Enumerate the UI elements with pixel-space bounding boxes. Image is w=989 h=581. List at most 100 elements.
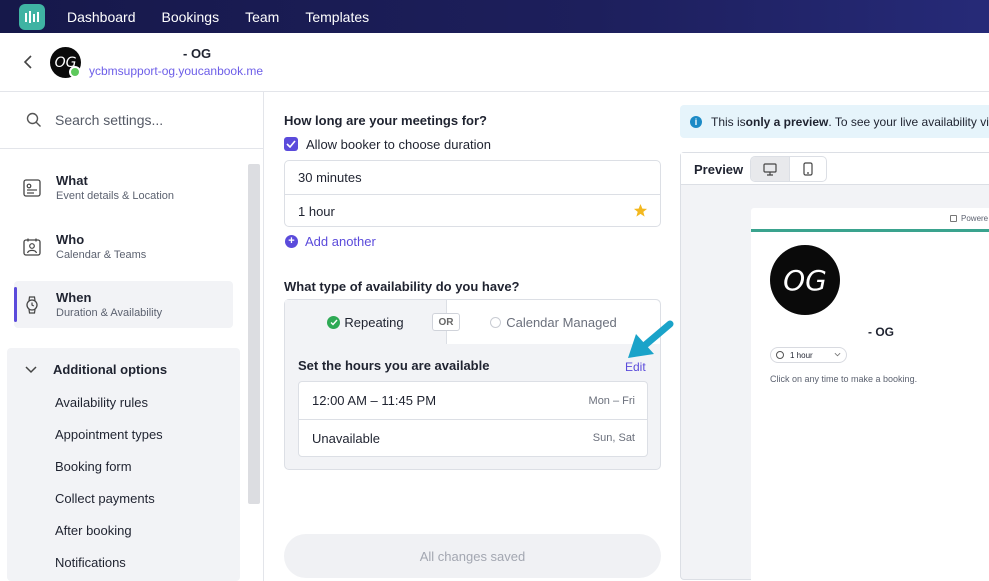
duration-list: 30 minutes 1 hour [284, 160, 661, 227]
check-circle-icon [327, 315, 341, 329]
mobile-view-button[interactable] [788, 157, 827, 181]
chevron-left-icon [23, 55, 32, 69]
chevron-down-icon [834, 352, 841, 357]
allow-duration-checkbox[interactable] [284, 137, 298, 151]
watch-icon [26, 295, 38, 314]
preview-toolbar: Preview [681, 153, 989, 185]
hours-row[interactable]: Unavailable Sun, Sat [299, 419, 647, 456]
sidebar-item-title: Who [56, 231, 85, 247]
tab-repeating-label: Repeating [344, 314, 404, 330]
sidebar-item-title: When [56, 289, 92, 305]
or-badge: OR [432, 313, 460, 331]
search-icon [26, 112, 41, 127]
settings-content: How long are your meetings for? Allow bo… [264, 92, 680, 581]
sidebar-item-text: When Duration & Availability [56, 290, 162, 320]
back-button[interactable] [18, 51, 38, 73]
additional-options-panel: Additional options Availability rules Ap… [7, 348, 240, 581]
sidebar-item-what[interactable]: What Event details & Location [14, 164, 233, 211]
page-title: - OG [183, 46, 212, 61]
preview-frame: Preview Powere OG - OG 1 hour Click on a… [680, 152, 989, 580]
hours-time: 12:00 AM – 11:45 PM [312, 393, 437, 408]
duration-option[interactable]: 1 hour [285, 194, 660, 227]
preview-label: Preview [694, 162, 744, 177]
search-input[interactable] [55, 112, 235, 128]
document-icon [23, 178, 41, 197]
sidebar-scrollbar[interactable] [248, 164, 260, 504]
preview-name: - OG [868, 325, 894, 339]
mobile-icon [803, 162, 813, 176]
booking-page-preview: Powere OG - OG 1 hour Click on any time … [751, 208, 989, 580]
nav-templates[interactable]: Templates [305, 9, 369, 25]
availability-section-title: What type of availability do you have? [284, 279, 520, 294]
add-another-duration-button[interactable]: + Add another [285, 234, 376, 249]
sidebar-item-subtitle: Calendar & Teams [56, 248, 147, 261]
preview-notice: i This is only a preview. To see your li… [680, 105, 989, 138]
additional-options-toggle[interactable]: Additional options [25, 362, 167, 377]
tab-repeating[interactable]: Repeating [285, 300, 447, 344]
nav-dashboard[interactable]: Dashboard [67, 9, 136, 25]
nav-team[interactable]: Team [245, 9, 279, 25]
hours-list: 12:00 AM – 11:45 PM Mon – Fri Unavailabl… [298, 381, 648, 457]
powered-by-icon [950, 215, 957, 222]
save-button[interactable]: All changes saved [284, 534, 661, 578]
top-nav: Dashboard Bookings Team Templates [0, 0, 989, 33]
duration-section-title: How long are your meetings for? [284, 113, 487, 128]
clock-icon [776, 351, 784, 359]
sidebar-item-text: What Event details & Location [56, 173, 174, 203]
additional-item-booking-form[interactable]: Booking form [55, 459, 132, 474]
powered-by-badge: Powere [950, 214, 988, 223]
settings-sidebar: What Event details & Location Who Calend… [0, 92, 264, 581]
sidebar-item-text: Who Calendar & Teams [56, 232, 146, 262]
additional-options-title: Additional options [53, 362, 168, 377]
additional-item-collect-payments[interactable]: Collect payments [55, 491, 155, 506]
annotation-arrow-icon [628, 320, 674, 358]
booking-page-link[interactable]: ycbmsupport-og.youcanbook.me [89, 64, 263, 78]
preview-panel: i This is only a preview. To see your li… [680, 92, 989, 581]
device-toggle [750, 156, 827, 182]
duration-option[interactable]: 30 minutes [285, 161, 660, 194]
duration-option-label: 1 hour [298, 203, 335, 219]
chevron-down-icon [25, 365, 37, 373]
preview-top-bar: Powere [751, 208, 989, 232]
preview-duration-select[interactable]: 1 hour [770, 347, 847, 363]
hours-title: Set the hours you are available [298, 358, 490, 373]
online-status-dot [69, 66, 81, 78]
app-logo-icon [25, 10, 39, 23]
tab-calendar-label: Calendar Managed [506, 314, 617, 330]
availability-type-tabs: Repeating Calendar Managed OR [285, 300, 660, 344]
additional-item-notifications[interactable]: Notifications [55, 555, 126, 570]
preview-hint: Click on any time to make a booking. [770, 374, 918, 384]
sidebar-item-title: What [56, 172, 88, 188]
checkmark-icon [286, 140, 296, 148]
page-header: OG - OG ycbmsupport-og.youcanbook.me [0, 33, 989, 92]
notice-text-end: . To see your live availability vis [828, 114, 989, 129]
add-another-label: Add another [305, 234, 376, 249]
preview-avatar: OG [770, 245, 840, 315]
desktop-icon [763, 162, 777, 176]
sidebar-item-who[interactable]: Who Calendar & Teams [14, 223, 233, 270]
allow-duration-label[interactable]: Allow booker to choose duration [306, 137, 491, 152]
star-icon[interactable] [633, 203, 648, 218]
edit-hours-link[interactable]: Edit [625, 360, 646, 374]
preview-duration-value: 1 hour [790, 350, 813, 360]
additional-item-after-booking[interactable]: After booking [55, 523, 132, 538]
additional-item-appointment-types[interactable]: Appointment types [55, 427, 163, 442]
radio-empty-icon [490, 316, 502, 328]
duration-option-label: 30 minutes [298, 170, 362, 185]
notice-text-bold: only a preview [745, 114, 829, 129]
sidebar-item-when[interactable]: When Duration & Availability [14, 281, 233, 328]
desktop-view-button[interactable] [751, 157, 789, 181]
additional-item-availability-rules[interactable]: Availability rules [55, 395, 148, 410]
app-logo[interactable] [19, 3, 45, 30]
plus-circle-icon: + [285, 235, 298, 248]
hours-time: Unavailable [312, 430, 380, 446]
notice-text-start: This is [711, 114, 746, 129]
sidebar-item-subtitle: Event details & Location [56, 189, 175, 202]
powered-by-text: Powere [961, 214, 989, 223]
availability-panel: Repeating Calendar Managed OR Set the ho… [284, 299, 661, 470]
hours-row[interactable]: 12:00 AM – 11:45 PM Mon – Fri [299, 382, 647, 419]
contact-card-icon [23, 238, 41, 256]
nav-bookings[interactable]: Bookings [162, 9, 220, 25]
hours-days: Mon – Fri [588, 394, 635, 407]
info-icon: i [690, 115, 702, 128]
